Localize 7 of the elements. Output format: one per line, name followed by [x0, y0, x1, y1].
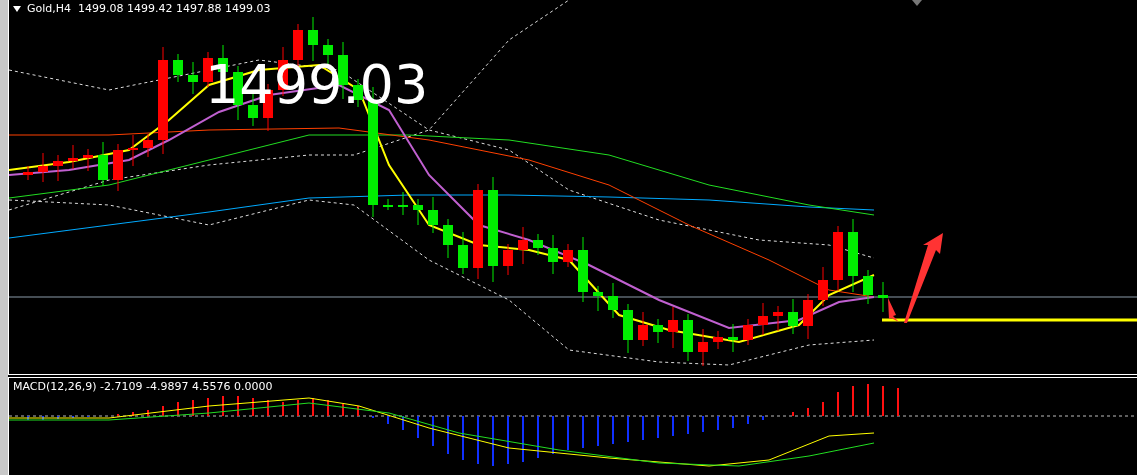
scroll-marker-icon [912, 0, 922, 6]
macd-label: MACD(12,26,9) -2.7109 -4.9897 4.5576 0.0000 [13, 380, 273, 393]
down-arrow-icon [888, 298, 899, 322]
horizontal-level-line[interactable] [882, 318, 1137, 322]
symbol-quote-label: Gold,H4 1499.08 1499.42 1497.88 1499.03 [27, 2, 271, 15]
dropdown-triangle-icon[interactable] [13, 5, 21, 12]
up-arrow-icon [904, 233, 943, 323]
